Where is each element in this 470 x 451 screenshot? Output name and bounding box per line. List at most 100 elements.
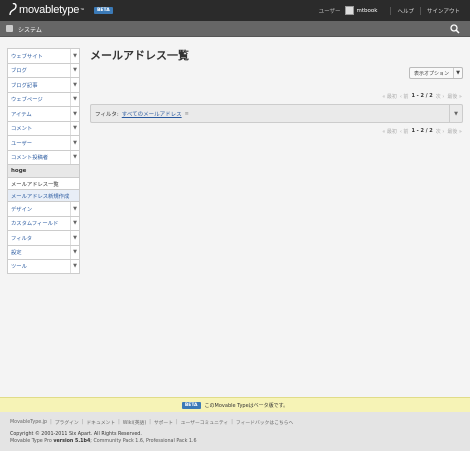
sidebar-item-label: コメント投稿者 <box>11 155 49 162</box>
divider <box>390 6 392 15</box>
sidebar-item-users[interactable]: ユーザー ▼ <box>7 135 80 150</box>
sidebar-item-settings[interactable]: 設定 ▼ <box>7 244 80 259</box>
sidebar-item-comments[interactable]: コメント ▼ <box>7 120 80 135</box>
search-icon[interactable] <box>450 24 460 34</box>
sidebar-item-label: アイテム <box>11 111 32 118</box>
sidebar-item-label: ユーザー <box>11 140 33 147</box>
sidebar-item-customfields[interactable]: カスタムフィールド ▼ <box>7 215 80 230</box>
pager-range: 1 - 2 / 2 <box>411 128 433 134</box>
sidebar-item-pages[interactable]: ウェブページ ▼ <box>7 91 80 106</box>
footer-link-docs[interactable]: ドキュメント <box>86 419 115 426</box>
chevron-down-icon[interactable]: ▼ <box>70 231 79 245</box>
beta-badge: BETA <box>181 401 201 409</box>
page-title: メールアドレス一覧 <box>90 49 189 62</box>
sidebar-item-websites[interactable]: ウェブサイト ▼ <box>7 48 80 63</box>
version-prefix: Movable Type Pro <box>10 439 52 444</box>
brand-logo[interactable]: movabletype ™ <box>8 3 84 16</box>
top-bar: movabletype ™ BETA ユーザー mtbook ヘルプ サインアウ… <box>0 0 470 21</box>
pager-first[interactable]: « 最初 <box>382 128 397 135</box>
divider: | <box>50 420 52 425</box>
system-bar: システム <box>0 21 470 37</box>
copyright: Copyright © 2001-2011 Six Apart. All Rig… <box>10 432 142 437</box>
sidebar-item-label: ツール <box>11 264 27 271</box>
divider: | <box>231 420 233 425</box>
chevron-down-icon[interactable]: ▼ <box>70 92 79 106</box>
chevron-down-icon[interactable]: ▼ <box>70 49 79 63</box>
sidebar: ウェブサイト ▼ ブログ ▼ ブログ記事 ▼ ウェブページ ▼ アイテム ▼ コメント ▼ … <box>7 48 80 274</box>
filter-label: フィルタ: <box>95 111 119 118</box>
pager-prev[interactable]: ‹ 前 <box>400 128 409 135</box>
display-options-button[interactable]: 表示オプション ▼ <box>408 67 463 79</box>
top-nav: ユーザー mtbook ヘルプ サインアウト <box>319 5 460 16</box>
footer-link-feedback[interactable]: フィードバックはこちらへ <box>236 419 293 426</box>
beta-message: このMovable Typeはベータ版です。 <box>204 402 289 409</box>
sidebar-item-assets[interactable]: アイテム ▼ <box>7 106 80 121</box>
signout-link[interactable]: サインアウト <box>427 7 460 15</box>
chevron-down-icon[interactable]: ▼ <box>70 63 79 77</box>
sidebar-item-label: ウェブページ <box>11 97 43 104</box>
pager-range: 1 - 2 / 2 <box>411 93 433 99</box>
chevron-down-icon[interactable]: ▼ <box>70 150 79 164</box>
sidebar-item-email-new[interactable]: メールアドレス新規作成 <box>7 189 80 201</box>
chevron-down-icon[interactable]: ▼ <box>70 78 79 92</box>
pager-next[interactable]: 次 › <box>436 93 445 100</box>
beta-badge: BETA <box>94 7 113 14</box>
sidebar-item-label: カスタムフィールド <box>11 221 59 228</box>
filter-select-link[interactable]: すべてのメールアドレス <box>122 110 182 118</box>
sidebar-item-email-list[interactable]: メールアドレス一覧 <box>7 177 80 189</box>
sidebar-item-label: ブログ記事 <box>11 82 38 89</box>
version-suffix: ; Community Pack 1.6, Professional Pack … <box>90 439 197 444</box>
version-number: version 5.1b4 <box>53 439 91 444</box>
sidebar-item-blogs[interactable]: ブログ ▼ <box>7 62 80 77</box>
chevron-down-icon[interactable]: ▼ <box>70 136 79 150</box>
system-icon <box>6 25 13 32</box>
footer: MovableType.jp | プラグイン | ドキュメント | Wiki(英語) |… <box>0 412 470 451</box>
user-label: ユーザー <box>318 8 341 15</box>
sidebar-item-label: デザイン <box>11 206 33 213</box>
beta-banner: BETA このMovable Typeはベータ版です。 <box>0 397 470 412</box>
footer-links: MovableType.jp | プラグイン | ドキュメント | Wiki(英語) |… <box>10 419 293 426</box>
pager-last[interactable]: 最後 » <box>447 128 462 135</box>
chevron-down-icon[interactable]: ▼ <box>70 107 79 121</box>
pager-top: « 最初 ‹ 前 1 - 2 / 2 次 › 最後 » <box>382 93 462 100</box>
sidebar-item-label: ウェブサイト <box>11 53 43 60</box>
sidebar-blog-name: hoge <box>7 164 80 177</box>
divider <box>419 6 421 15</box>
chevron-down-icon[interactable]: ▼ <box>70 216 79 230</box>
display-options-label: 表示オプション <box>413 70 449 77</box>
pager-first[interactable]: « 最初 <box>382 93 397 100</box>
divider: | <box>81 420 84 425</box>
pager-last[interactable]: 最後 » <box>447 93 462 100</box>
footer-link-community[interactable]: ユーザーコミュニティ <box>181 419 229 426</box>
filter-bar: フィルタ: すべてのメールアドレス ≡ ▼ <box>90 104 463 123</box>
sidebar-item-label: フィルタ <box>11 235 33 242</box>
sidebar-item-entries[interactable]: ブログ記事 ▼ <box>7 77 80 92</box>
sidebar-item-label: コメント <box>11 126 33 133</box>
chevron-down-icon[interactable]: ▼ <box>70 245 79 259</box>
footer-link-support[interactable]: サポート <box>154 419 173 426</box>
sidebar-item-label: ブログ <box>11 68 27 75</box>
sidebar-item-design[interactable]: デザイン ▼ <box>7 201 80 216</box>
filter-list-icon[interactable]: ≡ <box>185 111 189 117</box>
divider: | <box>118 420 120 425</box>
chevron-down-icon[interactable]: ▼ <box>70 121 79 135</box>
chevron-down-icon[interactable]: ▼ <box>449 105 462 122</box>
sidebar-item-tools[interactable]: ツール ▼ <box>7 259 80 274</box>
version-info: Movable Type Pro version 5.1b4; Communit… <box>10 439 197 444</box>
footer-link-mtjp[interactable]: MovableType.jp <box>10 420 47 425</box>
pager-bottom: « 最初 ‹ 前 1 - 2 / 2 次 › 最後 » <box>382 128 462 135</box>
footer-link-plugins[interactable]: プラグイン <box>55 419 79 426</box>
help-link[interactable]: ヘルプ <box>397 7 414 15</box>
sidebar-item-commenters[interactable]: コメント投稿者 ▼ <box>7 149 80 164</box>
pager-prev[interactable]: ‹ 前 <box>400 93 409 100</box>
system-link[interactable]: システム <box>18 25 42 34</box>
footer-link-wiki[interactable]: Wiki(英語) <box>123 419 146 426</box>
sidebar-item-label: 設定 <box>11 250 22 257</box>
username-link[interactable]: mtbook <box>357 8 378 14</box>
sidebar-item-filters[interactable]: フィルタ ▼ <box>7 230 80 245</box>
brand-name: movabletype <box>19 3 80 16</box>
avatar[interactable] <box>344 6 354 15</box>
pager-next[interactable]: 次 › <box>436 128 445 135</box>
chevron-down-icon[interactable]: ▼ <box>70 202 79 216</box>
chevron-down-icon[interactable]: ▼ <box>70 260 79 273</box>
